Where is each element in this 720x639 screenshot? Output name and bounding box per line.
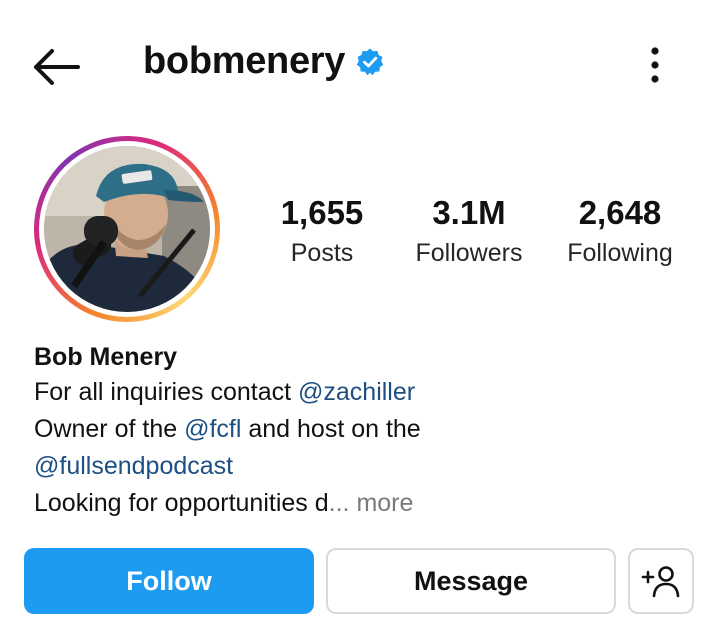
- follow-button[interactable]: Follow: [24, 548, 314, 614]
- profile-username: bobmenery: [143, 40, 346, 82]
- verified-badge-icon: [356, 48, 384, 75]
- stat-posts[interactable]: 1,655 Posts: [270, 194, 374, 268]
- bio-text: Looking for opportunities d: [34, 489, 329, 517]
- back-button[interactable]: [28, 44, 84, 90]
- profile-bio: Bob Menery For all inquiries contact @za…: [34, 340, 694, 522]
- mention-link-fcfl[interactable]: @fcfl: [184, 415, 241, 443]
- bio-line-3: @fullsendpodcast: [34, 448, 694, 485]
- profile-photo: [44, 146, 210, 312]
- bio-text: Owner of the: [34, 415, 185, 443]
- display-name: Bob Menery: [34, 343, 178, 371]
- bio-line-4: Looking for opportunities d... more: [34, 485, 694, 522]
- bio-text: For all inquiries contact: [34, 378, 299, 406]
- suggested-users-button[interactable]: [628, 548, 694, 614]
- following-label: Following: [567, 239, 673, 267]
- mention-link-zachiller[interactable]: @zachiller: [298, 378, 415, 406]
- bio-line-1: For all inquiries contact @zachiller: [34, 374, 694, 411]
- posts-label: Posts: [290, 239, 354, 267]
- mention-link-fullsendpodcast[interactable]: @fullsendpodcast: [34, 452, 233, 480]
- following-count: 2,648: [578, 194, 662, 231]
- more-vertical-icon: [651, 47, 659, 83]
- posts-count: 1,655: [280, 194, 364, 231]
- bio-line-2: Owner of the @fcfl and host on the: [34, 411, 694, 448]
- arrow-left-icon: [34, 49, 80, 85]
- stat-following[interactable]: 2,648 Following: [555, 194, 685, 268]
- bio-text: and host on the: [241, 415, 421, 443]
- username-row: bobmenery: [143, 40, 385, 83]
- add-user-icon: [641, 566, 680, 598]
- profile-photo-illustration: [44, 146, 210, 312]
- followers-count: 3.1M: [432, 194, 506, 231]
- more-options-button[interactable]: [640, 44, 670, 88]
- avatar-ring-gap: [39, 141, 215, 317]
- message-button[interactable]: Message: [326, 548, 616, 614]
- bio-more-link[interactable]: ... more: [329, 489, 414, 517]
- stat-followers[interactable]: 3.1M Followers: [405, 194, 533, 268]
- avatar[interactable]: [34, 136, 220, 322]
- followers-label: Followers: [415, 239, 523, 267]
- profile-header: bobmenery: [0, 0, 720, 130]
